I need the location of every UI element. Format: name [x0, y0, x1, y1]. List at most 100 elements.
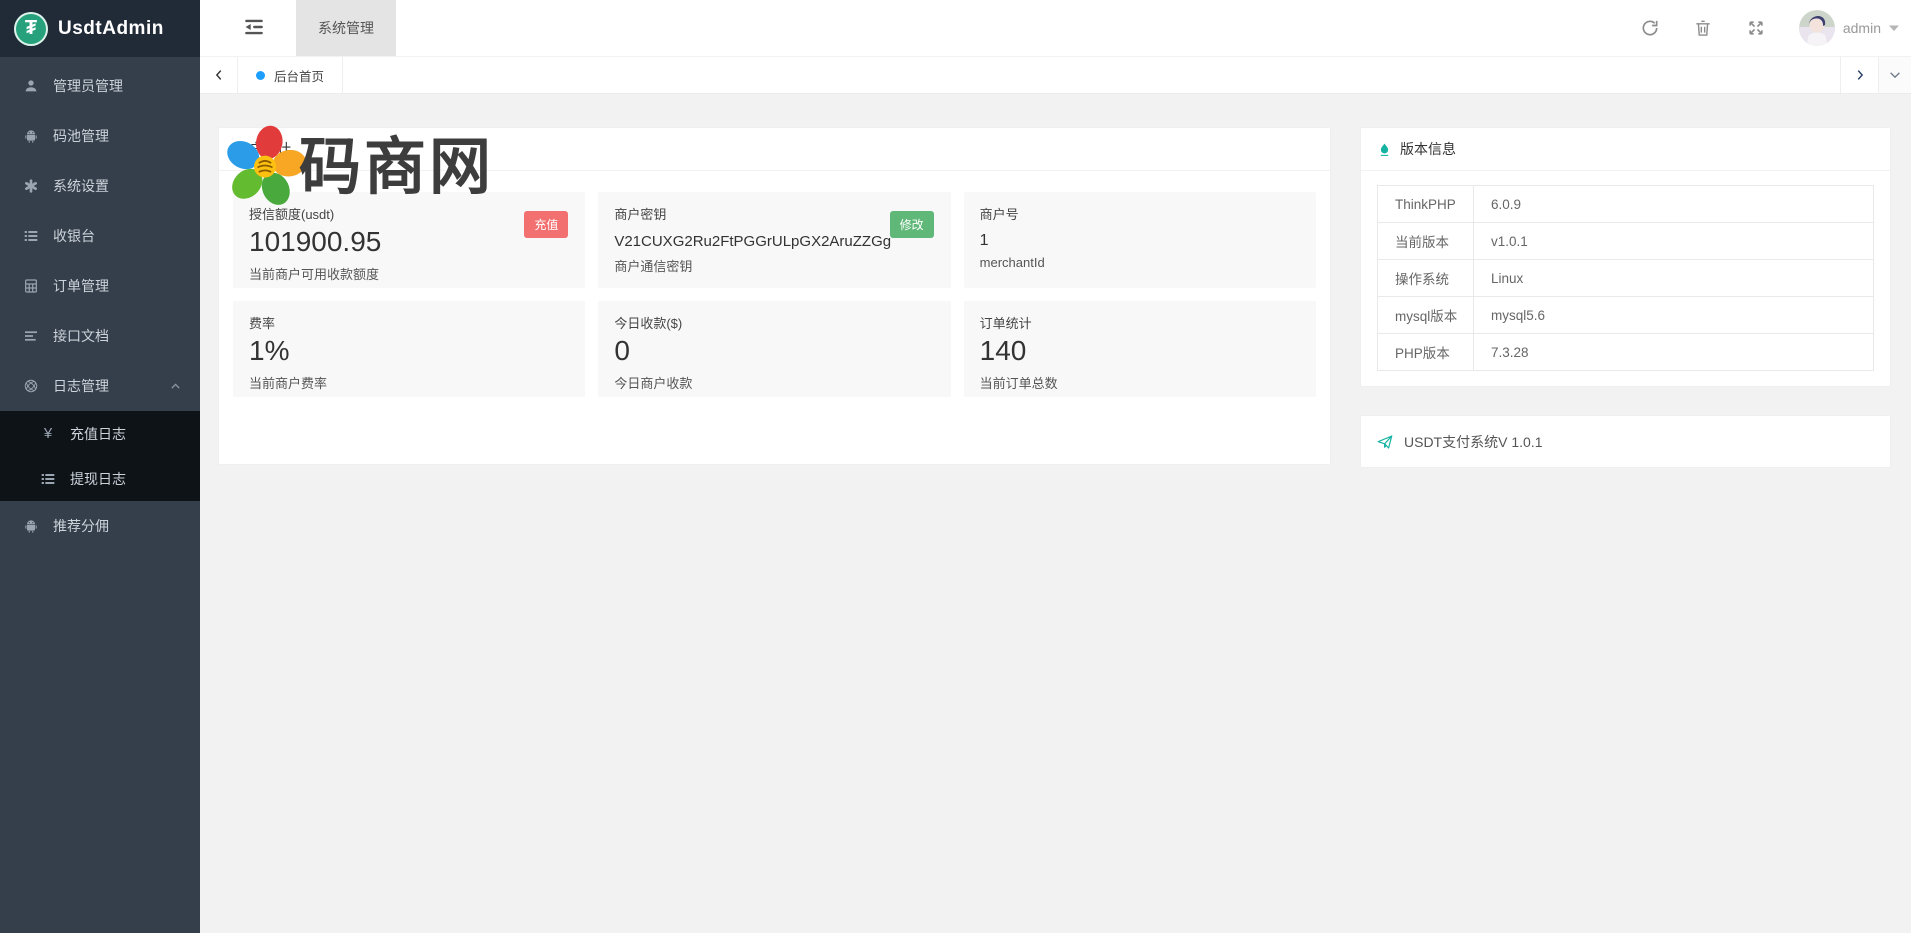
- android-icon: [22, 517, 40, 535]
- list-icon: [22, 227, 40, 245]
- stat-label: 商户密钥: [614, 204, 934, 223]
- sidebar-item-admin-management[interactable]: 管理员管理: [0, 61, 200, 111]
- user-icon: [22, 77, 40, 95]
- modify-button[interactable]: 修改: [890, 211, 934, 238]
- sidebar-item-label: 充值日志: [70, 424, 126, 444]
- card-title: 商户统计: [219, 128, 1330, 171]
- align-left-icon: [22, 327, 40, 345]
- stat-desc: 当前商户费率: [249, 373, 569, 392]
- table-row: 操作系统 Linux: [1378, 260, 1874, 297]
- version-table: ThinkPHP 6.0.9 当前版本 v1.0.1 操作系统 Linux: [1377, 185, 1874, 371]
- tabs-scroll-left-button[interactable]: [200, 57, 238, 93]
- header-actions: admin: [1640, 0, 1911, 56]
- sidebar-item-label: 收银台: [53, 226, 95, 246]
- sidebar-item-label: 码池管理: [53, 126, 109, 146]
- tab-dashboard-home[interactable]: 后台首页: [238, 57, 343, 93]
- version-row-label: 操作系统: [1378, 260, 1474, 297]
- table-row: ThinkPHP 6.0.9: [1378, 186, 1874, 223]
- android-icon: [22, 127, 40, 145]
- app-logo[interactable]: ₮ UsdtAdmin: [0, 0, 200, 57]
- stat-box-credit: 授信额度(usdt) 101900.95 当前商户可用收款额度 充值: [233, 192, 585, 288]
- table-row: mysql版本 mysql5.6: [1378, 297, 1874, 334]
- sidebar-menu: 管理员管理 码池管理 系统设置 收银台: [0, 57, 200, 933]
- gear-icon: [22, 177, 40, 195]
- version-info-card: 版本信息 ThinkPHP 6.0.9 当前版本 v1: [1360, 127, 1891, 387]
- fullscreen-icon[interactable]: [1746, 18, 1766, 38]
- page-tab-bar: 后台首页: [200, 57, 1911, 94]
- sidebar: ₮ UsdtAdmin 管理员管理 码池管理 系统设置: [0, 0, 200, 933]
- tabs-scroll-right-button[interactable]: [1840, 57, 1878, 93]
- tether-logo-icon: ₮: [14, 12, 48, 46]
- sidebar-item-label: 管理员管理: [53, 76, 123, 96]
- sidebar-item-cashier[interactable]: 收银台: [0, 211, 200, 261]
- version-row-label: PHP版本: [1378, 334, 1474, 371]
- sidebar-item-code-pool[interactable]: 码池管理: [0, 111, 200, 161]
- version-table-wrap: ThinkPHP 6.0.9 当前版本 v1.0.1 操作系统 Linux: [1361, 171, 1890, 386]
- stat-value: 1: [980, 231, 1300, 250]
- stat-desc: 今日商户收款: [614, 373, 934, 392]
- yen-icon: ¥: [39, 425, 57, 443]
- sidebar-item-order-management[interactable]: 订单管理: [0, 261, 200, 311]
- sidebar-item-log-management[interactable]: 日志管理: [0, 361, 200, 411]
- sphere-icon: [22, 377, 40, 395]
- stat-label: 商户号: [980, 204, 1300, 223]
- tabbar-spacer: [343, 57, 1840, 93]
- tabs-dropdown-button[interactable]: [1878, 57, 1911, 93]
- stat-value: 1%: [249, 334, 569, 368]
- app-title: UsdtAdmin: [58, 18, 164, 40]
- table-row: PHP版本 7.3.28: [1378, 334, 1874, 371]
- system-info-bar: USDT支付系统V 1.0.1: [1360, 415, 1891, 468]
- version-row-label: mysql版本: [1378, 297, 1474, 334]
- recharge-button[interactable]: 充值: [524, 211, 568, 238]
- stat-value: V21CUXG2Ru2FtPGGrULpGX2AruZZGg: [614, 233, 934, 251]
- sidebar-item-label: 系统设置: [53, 176, 109, 196]
- stat-desc: 当前订单总数: [980, 373, 1300, 392]
- sidebar-item-recharge-log[interactable]: ¥ 充值日志: [0, 411, 200, 456]
- version-row-value: mysql5.6: [1474, 297, 1874, 334]
- stat-box-merchant-key: 商户密钥 V21CUXG2Ru2FtPGGrULpGX2AruZZGg 商户通信…: [598, 192, 950, 288]
- sidebar-item-withdraw-log[interactable]: 提现日志: [0, 456, 200, 501]
- stat-desc: merchantId: [980, 255, 1300, 270]
- stat-box-order-count: 订单统计 140 当前订单总数: [964, 301, 1316, 397]
- version-row-label: 当前版本: [1378, 223, 1474, 260]
- username-label: admin: [1843, 20, 1881, 36]
- stat-label: 费率: [249, 313, 569, 332]
- stat-label: 授信额度(usdt): [249, 204, 569, 223]
- version-row-value: Linux: [1474, 260, 1874, 297]
- stat-label: 订单统计: [980, 313, 1300, 332]
- sidebar-item-label: 提现日志: [70, 469, 126, 489]
- sidebar-item-label: 接口文档: [53, 326, 109, 346]
- sidebar-item-api-docs[interactable]: 接口文档: [0, 311, 200, 361]
- calculator-icon: [22, 277, 40, 295]
- trash-icon[interactable]: [1693, 18, 1713, 38]
- stat-box-merchant-id: 商户号 1 merchantId: [964, 192, 1316, 288]
- tab-label: 后台首页: [274, 66, 324, 85]
- paper-plane-icon: [1376, 433, 1394, 451]
- app-root: ₮ UsdtAdmin 管理员管理 码池管理 系统设置: [0, 0, 1911, 933]
- refresh-icon[interactable]: [1640, 18, 1660, 38]
- stat-value: 140: [980, 334, 1300, 368]
- version-row-value: 6.0.9: [1474, 186, 1874, 223]
- caret-down-icon: [1889, 23, 1899, 33]
- active-tab-dot-icon: [256, 71, 265, 80]
- main-area: 系统管理 admin: [200, 0, 1911, 933]
- version-row-label: ThinkPHP: [1378, 186, 1474, 223]
- stat-desc: 当前商户可用收款额度: [249, 264, 569, 283]
- avatar: [1799, 10, 1835, 46]
- version-row-value: v1.0.1: [1474, 223, 1874, 260]
- tab-system-management[interactable]: 系统管理: [296, 0, 396, 56]
- collapse-menu-icon[interactable]: [243, 16, 267, 40]
- flame-icon: [1377, 142, 1392, 157]
- sidebar-item-system-settings[interactable]: 系统设置: [0, 161, 200, 211]
- stats-grid: 授信额度(usdt) 101900.95 当前商户可用收款额度 充值 商户密钥 …: [219, 171, 1330, 397]
- stat-value: 101900.95: [249, 225, 569, 259]
- table-row: 当前版本 v1.0.1: [1378, 223, 1874, 260]
- sidebar-item-referral-commission[interactable]: 推荐分佣: [0, 501, 200, 551]
- user-menu[interactable]: admin: [1799, 10, 1899, 46]
- stat-value: 0: [614, 334, 934, 368]
- page-content: 码商网 商户统计 授信额度(usdt) 101900.95 当前商户可用收款额度…: [200, 94, 1911, 933]
- sidebar-item-label: 订单管理: [53, 276, 109, 296]
- stat-box-today-income: 今日收款($) 0 今日商户收款: [598, 301, 950, 397]
- stat-label: 今日收款($): [614, 313, 934, 332]
- list-icon: [39, 470, 57, 488]
